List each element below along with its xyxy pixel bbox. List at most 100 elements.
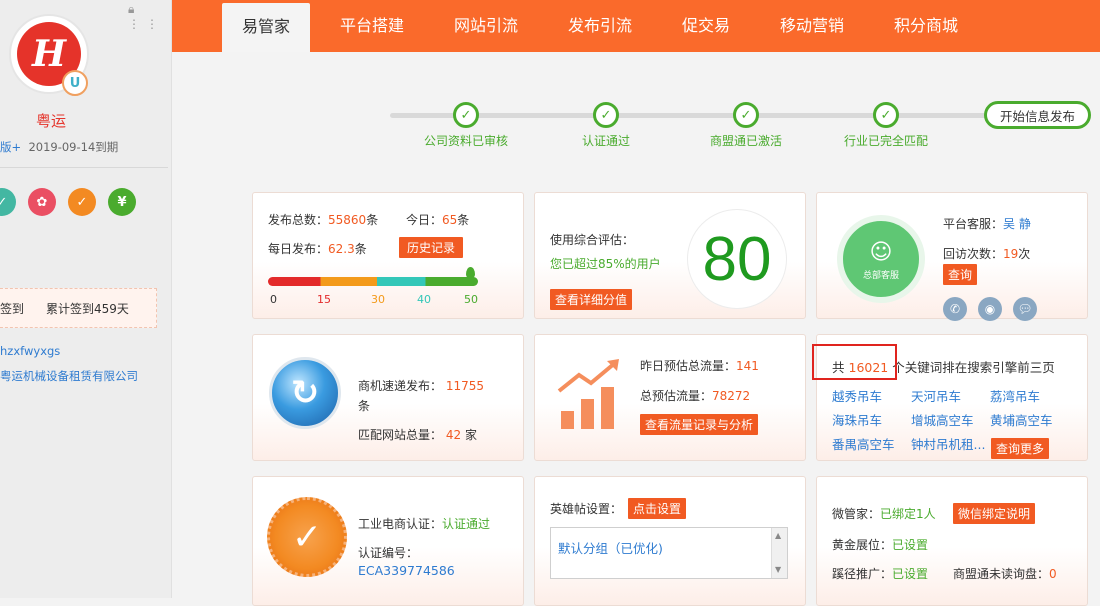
step-label: 认证通过 (581, 134, 630, 148)
badge-row: ✓ ✿ ✓ ¥ (0, 188, 136, 216)
traffic-card: 昨日预估总流量：141 总预估流量：78272 查看流量记录与分析 (534, 334, 806, 461)
unread-inquiries: 商盟通未读询盘：0 (953, 567, 1057, 581)
check-icon: ✓ (873, 102, 899, 128)
keyword-link[interactable]: 荔湾吊车 (990, 386, 1040, 405)
tab-mobile-marketing[interactable]: 移动营销 (766, 0, 858, 52)
gold-booth: 黄金展位：已设置 (832, 538, 929, 552)
history-button[interactable]: 历史记录 (399, 237, 464, 258)
list-item[interactable]: 默认分组（已优化) (558, 538, 663, 557)
keyword-link[interactable]: 海珠吊车 (832, 410, 882, 429)
gauge-pin-icon (466, 267, 475, 279)
expiry-date: 2019-09-14到期 (28, 140, 119, 154)
score-exceed: 您已超过85%的用户 (550, 257, 661, 271)
score-value: 80 (687, 209, 787, 309)
sign-in-button[interactable]: 签到 (0, 300, 24, 317)
growth-chart-icon (555, 359, 625, 429)
keyword-link[interactable]: 钟村吊机租... (911, 434, 985, 453)
wechat-explain-button[interactable]: 微信绑定说明 (953, 503, 1036, 524)
tab-publish-traffic[interactable]: 发布引流 (554, 0, 646, 52)
shangji-card: ↻ 商机速递发布： 11755 条 匹配网站总量： 42 家 (252, 334, 524, 461)
tab-promote-trade[interactable]: 促交易 (668, 0, 744, 52)
progress-track (390, 113, 990, 118)
cert-number-label: 认证编号： (358, 546, 419, 560)
yen-icon[interactable]: ¥ (108, 188, 136, 216)
scroll-up-icon[interactable]: ▲ (775, 531, 781, 540)
traffic-analysis-button[interactable]: 查看流量记录与分析 (640, 414, 759, 435)
check-icon: ✓ (453, 102, 479, 128)
tab-platform[interactable]: 平台搭建 (324, 0, 420, 52)
keyword-link[interactable]: 天河吊车 (911, 386, 961, 405)
step-label: 公司资料已审核 (423, 134, 508, 148)
score-detail-button[interactable]: 查看详细分值 (550, 289, 633, 310)
shield-icon[interactable]: ✓ (0, 188, 16, 216)
refresh-swirl-icon: ↻ (269, 357, 341, 429)
check-icon: ✓ (733, 102, 759, 128)
gauge-tick: 50 (464, 293, 478, 306)
sidebar-divider (0, 167, 168, 168)
step-label: 商盟通已激活 (709, 134, 782, 148)
domain-link[interactable]: hzxfwyxgs (0, 344, 60, 358)
hero-set-button[interactable]: 点击设置 (628, 498, 687, 519)
lock-grid-icons[interactable]: 🔒︎ ⋮⋮ (128, 2, 171, 31)
version-link[interactable]: 版+ (0, 140, 21, 154)
traffic-yesterday: 昨日预估总流量：141 (640, 359, 759, 373)
shangji-publish: 商机速递发布： 11755 (358, 379, 485, 393)
shangji-publish-unit: 条 (358, 399, 371, 413)
service-card: ☺ 总部客服 平台客服：吴 静 回访次数：19次 查询 ✆ ◉ 💬︎ (816, 192, 1088, 321)
version-info: 版+ 2019-09-14到期 (0, 139, 118, 155)
service-avatar-label: 总部客服 (862, 270, 899, 281)
publish-gauge (268, 277, 478, 286)
sidebar: 🔒︎ ⋮⋮ H U 粤运 版+ 2019-09-14到期 ✓✿✓¥ 签到 累计签… (0, 0, 172, 598)
company-full-name-link[interactable]: 粤运机械设备租赁有限公司 (0, 368, 138, 384)
company-name[interactable]: 粤运 (36, 110, 66, 131)
phone-icon[interactable]: ✆ (943, 297, 967, 321)
highlight-box (812, 344, 897, 380)
hero-group-list[interactable]: 默认分组（已优化) ▲ ▼ (550, 527, 788, 579)
hero-label: 英雄帖设置： (550, 502, 623, 516)
publish-today: 今日：65条 (406, 213, 470, 227)
tab-yiguanjia[interactable]: 易管家 (222, 3, 310, 52)
step-label: 行业已完全匹配 (843, 134, 928, 148)
gauge-tick: 0 (270, 293, 277, 306)
tab-points-mall[interactable]: 积分商城 (880, 0, 972, 52)
verified-u-icon: U (62, 70, 88, 96)
service-query-button[interactable]: 查询 (943, 264, 978, 285)
sign-in-total: 累计签到459天 (46, 301, 129, 316)
chat-icon[interactable]: 💬︎ (1013, 297, 1037, 321)
cert-status: 工业电商认证：认证通过 (358, 517, 491, 531)
score-card: 使用综合评估： 您已超过85%的用户 查看详细分值 80 (534, 192, 806, 319)
medal-icon[interactable]: ✓ (68, 188, 96, 216)
keywords-more-button[interactable]: 查询更多 (991, 438, 1050, 459)
service-avatar: ☺ 总部客服 (837, 215, 925, 303)
qq-icon[interactable]: ◉ (978, 297, 1002, 321)
keyword-link[interactable]: 增城高空车 (911, 410, 974, 429)
cert-card: ✓ 工业电商认证：认证通过 认证编号： ECA339774586 (252, 476, 524, 606)
cert-seal-icon: ✓ (267, 497, 347, 577)
list-scrollbar[interactable]: ▲ ▼ (771, 528, 787, 578)
wechat-card: 微管家：已绑定1人 微信绑定说明 黄金展位：已设置 蹊径推广：已设置 商盟通未读… (816, 476, 1088, 606)
gauge-tick: 15 (317, 293, 331, 306)
cert-number[interactable]: ECA339774586 (358, 563, 455, 578)
hero-card: 英雄帖设置： 点击设置 默认分组（已优化) ▲ ▼ (534, 476, 806, 606)
award-icon[interactable]: ✿ (28, 188, 56, 216)
publish-daily: 每日发布：62.3条 (268, 242, 367, 256)
wechat-bind-status: 微管家：已绑定1人 (832, 507, 936, 521)
sign-in-box: 签到 累计签到459天 (0, 288, 157, 328)
service-staff: 平台客服：吴 静 (943, 217, 1031, 231)
score-label: 使用综合评估： (550, 233, 635, 247)
service-visits: 回访次数：19次 (943, 247, 1031, 261)
scroll-down-icon[interactable]: ▼ (775, 565, 781, 574)
publish-total: 发布总数：55860条 (268, 213, 379, 227)
check-icon: ✓ (593, 102, 619, 128)
headset-icon: ☺ (869, 239, 893, 265)
shangji-sites: 匹配网站总量： 42 家 (358, 428, 477, 442)
keyword-link[interactable]: 番禺高空车 (832, 434, 895, 453)
start-publish-button[interactable]: 开始信息发布 (984, 101, 1091, 129)
top-nav: 易管家 平台搭建 网站引流 发布引流 促交易 移动营销 积分商城 (172, 0, 1100, 52)
gauge-tick: 40 (417, 293, 431, 306)
setup-progress: ✓ ✓ ✓ ✓ 公司资料已审核 认证通过 商盟通已激活 行业已完全匹配 开始信息… (390, 100, 1091, 148)
keyword-link[interactable]: 黄埔高空车 (990, 410, 1053, 429)
publish-stats-card: 发布总数：55860条 今日：65条 每日发布：62.3条 历史记录 0 15 … (252, 192, 524, 319)
tab-site-traffic[interactable]: 网站引流 (440, 0, 532, 52)
keyword-link[interactable]: 越秀吊车 (832, 386, 882, 405)
